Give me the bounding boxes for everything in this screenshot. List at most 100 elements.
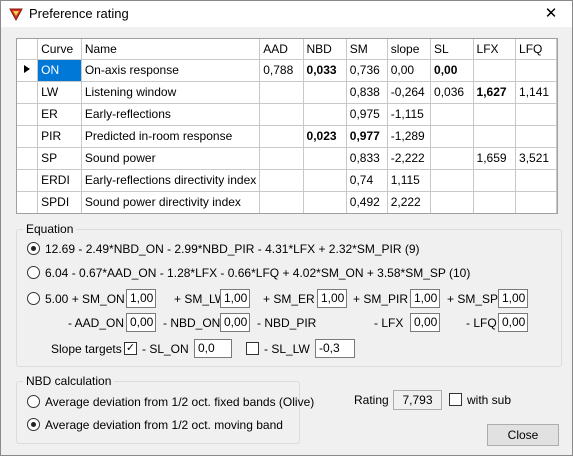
nbd-fixed-bands-label[interactable]: Average deviation from 1/2 oct. fixed ba… (45, 395, 314, 409)
cell-lfx[interactable] (473, 169, 517, 192)
cell-nbd[interactable] (303, 103, 347, 126)
cell-name[interactable]: Predicted in-room response (81, 125, 261, 148)
col-header-nbd[interactable]: NBD (303, 39, 347, 60)
cell-lfx[interactable] (473, 125, 517, 148)
cell-slope[interactable]: -2,222 (387, 147, 432, 170)
col-header-lfx[interactable]: LFX (473, 39, 517, 60)
cell-sl[interactable] (430, 147, 474, 170)
cell-sm[interactable]: 0,492 (346, 191, 388, 213)
cell-name[interactable]: Sound power (81, 147, 261, 170)
cell-slope[interactable]: 2,222 (387, 191, 432, 213)
cell-lfx[interactable] (473, 103, 517, 126)
cell-name[interactable]: Early-reflections (81, 103, 261, 126)
cell-sm[interactable]: 0,74 (346, 169, 388, 192)
curve-grid[interactable]: Curve Name AAD NBD SM slope SL LFX LFQ O… (16, 38, 558, 214)
row-header[interactable] (17, 191, 39, 213)
cell-name[interactable]: Sound power directivity index (81, 191, 261, 213)
sl-lw-field[interactable]: -0,3 (315, 339, 355, 358)
cell-nbd[interactable]: 0,033 (303, 59, 347, 82)
cell-nbd[interactable] (303, 81, 347, 104)
cell-lfq[interactable] (515, 125, 557, 148)
col-header-aad[interactable]: AAD (259, 39, 304, 60)
equation-option-9-radio[interactable] (27, 242, 40, 255)
table-row[interactable]: ERDI Early-reflections directivity index… (17, 169, 557, 192)
cell-curve[interactable]: ER (37, 103, 82, 126)
sl-on-checkbox[interactable]: ✓ (124, 342, 137, 355)
nbd-moving-band-radio[interactable] (27, 418, 40, 431)
cell-name[interactable]: On-axis response (81, 59, 261, 82)
with-sub-checkbox[interactable] (449, 393, 462, 406)
equation-option-9-label[interactable]: 12.69 - 2.49*NBD_ON - 2.99*NBD_PIR - 4.3… (45, 242, 420, 256)
cell-sl[interactable] (430, 103, 474, 126)
cell-curve[interactable]: SPDI (37, 191, 82, 213)
cell-sl[interactable] (430, 191, 474, 213)
row-header[interactable] (17, 81, 39, 104)
lfx-field[interactable]: 0,00 (410, 313, 440, 332)
nbd-fixed-bands-radio[interactable] (27, 395, 40, 408)
sm-pir-field[interactable]: 1,00 (410, 289, 440, 308)
close-button[interactable]: Close (487, 424, 559, 446)
col-header-curve[interactable]: Curve (37, 39, 82, 60)
equation-option-10-label[interactable]: 6.04 - 0.67*AAD_ON - 1.28*LFX - 0.66*LFQ… (45, 266, 470, 280)
cell-lfx[interactable]: 1,659 (473, 147, 517, 170)
cell-lfq[interactable]: 1,141 (515, 81, 557, 104)
cell-nbd[interactable] (303, 169, 347, 192)
cell-curve[interactable]: SP (37, 147, 82, 170)
cell-curve[interactable]: LW (37, 81, 82, 104)
equation-custom-radio[interactable] (27, 292, 40, 305)
col-header-slope[interactable]: slope (387, 39, 432, 60)
cell-nbd[interactable] (303, 147, 347, 170)
table-row[interactable]: LW Listening window 0,838 -0,264 0,036 1… (17, 81, 557, 104)
cell-lfq[interactable] (515, 59, 557, 82)
col-header-name[interactable]: Name (81, 39, 261, 60)
cell-nbd[interactable]: 0,023 (303, 125, 347, 148)
sm-er-field[interactable]: 1,00 (317, 289, 347, 308)
cell-sl[interactable]: 0,036 (430, 81, 474, 104)
col-header-lfq[interactable]: LFQ (515, 39, 557, 60)
cell-aad[interactable] (259, 147, 304, 170)
cell-aad[interactable] (259, 103, 304, 126)
cell-sm[interactable]: 0,975 (346, 103, 388, 126)
cell-slope[interactable]: 0,00 (387, 59, 432, 82)
cell-slope[interactable]: -1,115 (387, 103, 432, 126)
with-sub-label[interactable]: with sub (467, 393, 511, 407)
cell-aad[interactable] (259, 81, 304, 104)
cell-curve[interactable]: PIR (37, 125, 82, 148)
cell-sl[interactable] (430, 125, 474, 148)
cell-lfq[interactable] (515, 103, 557, 126)
lfq-field[interactable]: 0,00 (498, 313, 528, 332)
cell-lfx[interactable]: 1,627 (473, 81, 517, 104)
sm-lw-field[interactable]: 1,00 (220, 289, 250, 308)
row-header[interactable] (17, 103, 39, 126)
nbd-on-field[interactable]: 0,00 (220, 313, 250, 332)
cell-sl[interactable] (430, 169, 474, 192)
table-row[interactable]: ON On-axis response 0,788 0,033 0,736 0,… (17, 59, 557, 82)
col-header-sm[interactable]: SM (346, 39, 388, 60)
sl-on-field[interactable]: 0,0 (194, 339, 232, 358)
sl-lw-checkbox[interactable] (246, 342, 259, 355)
row-header[interactable] (17, 125, 39, 148)
cell-sl[interactable]: 0,00 (430, 59, 474, 82)
table-row[interactable]: ER Early-reflections 0,975 -1,115 (17, 103, 557, 126)
cell-sm[interactable]: 0,838 (346, 81, 388, 104)
cell-curve[interactable]: ON (37, 59, 82, 82)
cell-lfq[interactable] (515, 191, 557, 213)
row-header[interactable] (17, 169, 39, 192)
sm-sp-field[interactable]: 1,00 (498, 289, 528, 308)
cell-lfq[interactable]: 3,521 (515, 147, 557, 170)
cell-name[interactable]: Listening window (81, 81, 261, 104)
cell-sm[interactable]: 0,977 (346, 125, 388, 148)
cell-aad[interactable] (259, 125, 304, 148)
close-window-icon[interactable]: ✕ (536, 2, 566, 26)
cell-name[interactable]: Early-reflections directivity index (81, 169, 261, 192)
cell-slope[interactable]: -1,289 (387, 125, 432, 148)
cell-nbd[interactable] (303, 191, 347, 213)
cell-sm[interactable]: 0,833 (346, 147, 388, 170)
equation-option-10-radio[interactable] (27, 266, 40, 279)
cell-aad[interactable] (259, 191, 304, 213)
table-row[interactable]: SP Sound power 0,833 -2,222 1,659 3,521 (17, 147, 557, 170)
col-header-sl[interactable]: SL (430, 39, 474, 60)
cell-lfx[interactable] (473, 191, 517, 213)
cell-slope[interactable]: -0,264 (387, 81, 432, 104)
cell-curve[interactable]: ERDI (37, 169, 82, 192)
